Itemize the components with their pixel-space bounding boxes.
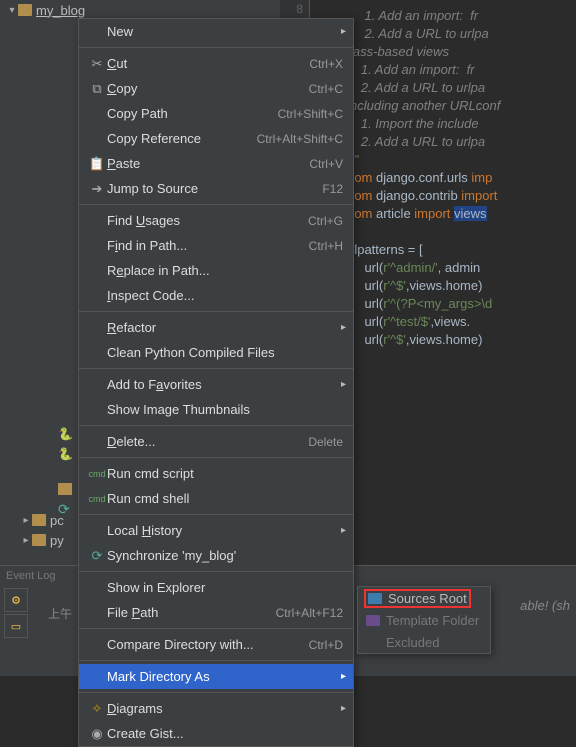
paste-icon: 📋: [87, 156, 107, 172]
cmd-icon: cmd: [87, 494, 107, 504]
chevron-right-icon[interactable]: ▸: [20, 515, 32, 526]
menu-new[interactable]: New▸: [79, 19, 353, 44]
github-icon: ◉: [87, 726, 107, 742]
menu-jump-to-source[interactable]: ➔Jump to SourceF12: [79, 176, 353, 201]
highlighted-text: able! (sh: [520, 598, 570, 613]
mark-directory-submenu: Sources Root Template Folder Excluded: [357, 586, 491, 654]
menu-synchronize[interactable]: ⟳Synchronize 'my_blog': [79, 543, 353, 568]
submenu-sources-root[interactable]: Sources Root: [358, 587, 490, 609]
menu-cut[interactable]: ✂CutCtrl+X: [79, 51, 353, 76]
menu-file-path[interactable]: File PathCtrl+Alt+F12: [79, 600, 353, 625]
diagram-icon: ✧: [87, 701, 107, 717]
tree-node-root[interactable]: my_blog: [36, 3, 85, 18]
menu-copy-path[interactable]: Copy PathCtrl+Shift+C: [79, 101, 353, 126]
copy-icon: ⧉: [87, 81, 107, 97]
menu-paste[interactable]: 📋PasteCtrl+V: [79, 151, 353, 176]
folder-icon: [58, 483, 72, 495]
left-gutter-icons: 🐍 🐍 ⟳: [58, 427, 76, 518]
menu-replace-in-path[interactable]: Replace in Path...: [79, 258, 353, 283]
blank-icon: [366, 637, 380, 648]
menu-run-cmd-shell[interactable]: cmdRun cmd shell: [79, 486, 353, 511]
menu-find-in-path[interactable]: Find in Path...Ctrl+H: [79, 233, 353, 258]
menu-clean-python[interactable]: Clean Python Compiled Files: [79, 340, 353, 365]
menu-run-cmd-script[interactable]: cmdRun cmd script: [79, 461, 353, 486]
menu-show-in-explorer[interactable]: Show in Explorer: [79, 575, 353, 600]
menu-copy[interactable]: ⧉CopyCtrl+C: [79, 76, 353, 101]
chevron-right-icon[interactable]: ▸: [20, 535, 32, 546]
menu-create-gist[interactable]: ◉Create Gist...: [79, 721, 353, 746]
context-menu: New▸ ✂CutCtrl+X ⧉CopyCtrl+C Copy PathCtr…: [78, 18, 354, 747]
tree-node[interactable]: py: [50, 533, 64, 548]
folder-icon: [32, 514, 46, 526]
menu-add-favorites[interactable]: Add to Favorites▸: [79, 372, 353, 397]
folder-icon: [32, 534, 46, 546]
sync-icon: ⟳: [87, 548, 107, 564]
tool-button[interactable]: ▭: [4, 614, 28, 638]
line-number: 8: [280, 0, 309, 18]
arrow-icon: ➔: [87, 181, 107, 197]
python-icon: 🐍: [58, 447, 76, 461]
menu-copy-reference[interactable]: Copy ReferenceCtrl+Alt+Shift+C: [79, 126, 353, 151]
menu-inspect-code[interactable]: Inspect Code...: [79, 283, 353, 308]
submenu-template-folder[interactable]: Template Folder: [358, 609, 490, 631]
menu-find-usages[interactable]: Find UsagesCtrl+G: [79, 208, 353, 233]
menu-show-thumbnails[interactable]: Show Image Thumbnails: [79, 397, 353, 422]
menu-delete[interactable]: Delete...Delete: [79, 429, 353, 454]
python-icon: 🐍: [58, 427, 76, 441]
menu-compare-directory[interactable]: Compare Directory with...Ctrl+D: [79, 632, 353, 657]
cmd-icon: cmd: [87, 469, 107, 479]
scissors-icon: ✂: [87, 56, 107, 72]
sync-icon: ⟳: [58, 501, 76, 518]
code-editor[interactable]: 1. Add an import: fr 2. Add a URL to url…: [350, 0, 576, 565]
menu-diagrams[interactable]: ✧Diagrams▸: [79, 696, 353, 721]
menu-local-history[interactable]: Local History▸: [79, 518, 353, 543]
chevron-down-icon[interactable]: ▾: [6, 5, 18, 16]
tool-button[interactable]: ⚙: [4, 588, 28, 612]
folder-icon: [366, 615, 380, 626]
event-time: 上午: [48, 605, 72, 622]
submenu-excluded[interactable]: Excluded: [358, 631, 490, 653]
folder-icon: [368, 593, 382, 604]
folder-icon: [18, 4, 32, 16]
menu-mark-directory-as[interactable]: Mark Directory As▸: [79, 664, 353, 689]
menu-refactor[interactable]: Refactor▸: [79, 315, 353, 340]
